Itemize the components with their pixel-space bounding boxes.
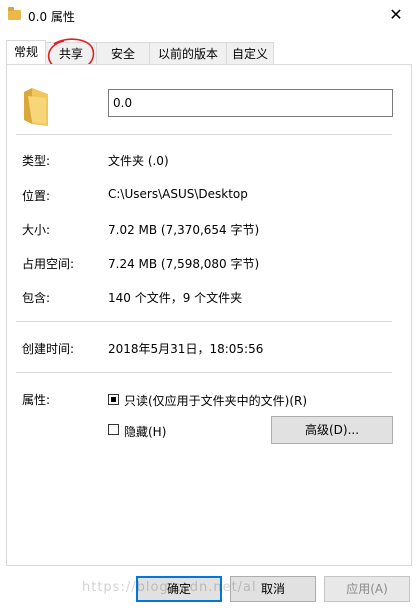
close-button[interactable]: ✕ (373, 0, 419, 30)
folder-icon (24, 88, 48, 126)
title-bar: 0.0 属性 ✕ (0, 0, 419, 32)
window-title: 0.0 属性 (28, 10, 75, 24)
folder-icon (8, 7, 21, 20)
contains-label: 包含: (22, 291, 51, 305)
readonly-checkbox-label[interactable]: 只读(仅应用于文件夹中的文件)(R) (124, 392, 307, 409)
apply-button[interactable]: 应用(A) (324, 576, 410, 602)
size-value: 7.02 MB (7,370,654 字节) (108, 223, 260, 237)
created-value: 2018年5月31日，18:05:56 (108, 342, 264, 356)
type-value: 文件夹 (.0) (108, 154, 169, 168)
type-label: 类型: (22, 154, 51, 168)
readonly-checkbox[interactable] (108, 394, 119, 405)
created-label: 创建时间: (22, 342, 75, 356)
general-panel (6, 64, 412, 566)
tab-previous-versions[interactable]: 以前的版本 (149, 42, 227, 65)
location-value: C:\Users\ASUS\Desktop (108, 187, 248, 201)
folder-name-input[interactable] (108, 89, 393, 117)
contains-value: 140 个文件，9 个文件夹 (108, 291, 243, 305)
tab-customize[interactable]: 自定义 (226, 42, 274, 65)
size-on-disk-value: 7.24 MB (7,598,080 字节) (108, 257, 260, 271)
hidden-checkbox-label[interactable]: 隐藏(H) (124, 423, 166, 440)
watermark: https://blog.csdn.net/al (82, 580, 257, 595)
size-on-disk-label: 占用空间: (22, 257, 75, 271)
separator (16, 321, 392, 322)
separator (16, 134, 392, 135)
size-label: 大小: (22, 223, 51, 237)
advanced-button[interactable]: 高级(D)... (271, 416, 393, 444)
tab-security[interactable]: 安全 (96, 42, 150, 65)
attributes-label: 属性: (22, 393, 51, 407)
hidden-checkbox[interactable] (108, 424, 119, 435)
separator (16, 372, 392, 373)
tab-general[interactable]: 常规 (6, 40, 46, 66)
location-label: 位置: (22, 189, 51, 203)
